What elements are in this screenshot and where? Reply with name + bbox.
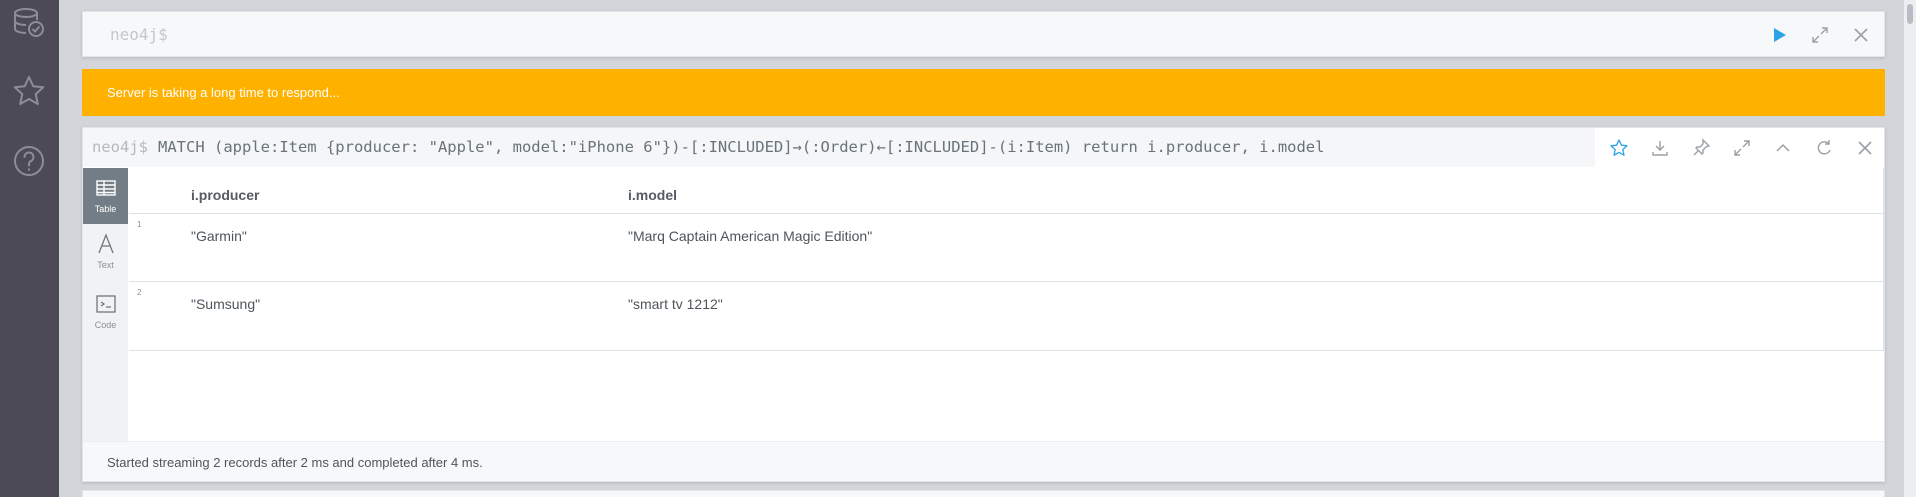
close-icon[interactable] [1854,137,1876,159]
result-table: i.producer i.model 1 "Garmin" "Marq Capt… [129,168,1884,351]
tab-code-label: Code [94,320,117,330]
tab-table[interactable]: Table [83,168,128,224]
frame-header: neo4j$ MATCH (apple:Item {producer: "App… [83,128,1884,167]
collapse-icon[interactable] [1772,137,1794,159]
frame-prompt: neo4j$ [92,138,148,156]
pin-icon[interactable] [1690,137,1712,159]
status-bar: Started streaming 2 records after 2 ms a… [83,441,1884,481]
table-row: 1 "Garmin" "Marq Captain American Magic … [129,214,1884,282]
next-frame-edge [82,490,1885,497]
fullscreen-icon[interactable] [1731,137,1753,159]
database-icon[interactable] [12,6,46,40]
view-mode-bar: Table Text Code [83,168,128,441]
editor-prompt: neo4j$ [110,25,168,44]
tab-code[interactable]: Code [83,284,128,340]
column-header-model[interactable]: i.model [628,187,677,203]
frame-query[interactable]: neo4j$ MATCH (apple:Item {producer: "App… [83,128,1595,167]
close-icon[interactable] [1850,24,1872,46]
cell-producer: "Sumsung" [191,296,261,312]
table-row: 2 "Sumsung" "smart tv 1212" [129,282,1884,350]
help-icon[interactable] [12,144,46,178]
query-text[interactable]: MATCH (apple:Item {producer: "Apple", mo… [158,138,1324,156]
scroll-thumb[interactable] [1907,4,1913,24]
star-icon[interactable] [1608,137,1630,159]
rerun-icon[interactable] [1813,137,1835,159]
tab-text-label: Text [97,260,114,270]
code-icon [95,295,116,313]
cell-model: "smart tv 1212" [628,296,723,312]
expand-icon[interactable] [1809,24,1831,46]
download-icon[interactable] [1649,137,1671,159]
play-icon[interactable] [1768,24,1790,46]
table-icon [95,180,116,196]
status-text: Started streaming 2 records after 2 ms a… [107,455,483,470]
column-header-producer[interactable]: i.producer [191,187,259,203]
tab-text[interactable]: Text [83,224,128,280]
banner-text: Server is taking a long time to respond.… [107,85,340,100]
query-editor[interactable]: neo4j$ [82,11,1885,57]
cell-model: "Marq Captain American Magic Edition" [628,228,873,244]
text-icon [97,233,114,254]
result-frame: neo4j$ MATCH (apple:Item {producer: "App… [82,127,1885,482]
cell-producer: "Garmin" [191,228,247,244]
star-icon[interactable] [12,74,46,108]
tab-table-label: Table [94,204,117,214]
warning-banner: Server is taking a long time to respond.… [82,69,1885,116]
row-number: 1 [137,220,142,229]
page-scrollbar[interactable] [1904,0,1916,497]
row-number: 2 [137,288,142,297]
left-sidebar [0,0,59,497]
